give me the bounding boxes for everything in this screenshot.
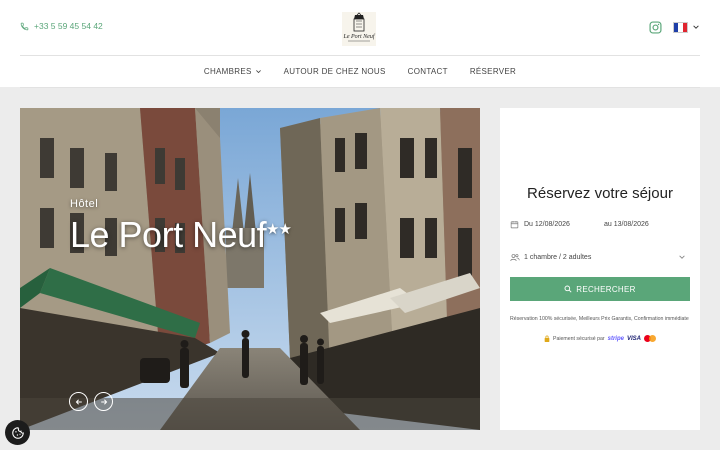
lock-icon [544,335,550,342]
search-icon [564,285,572,293]
arrow-right-icon [100,398,107,405]
payment-text: Paiement sécurisé par [553,335,605,342]
nav-item-autour[interactable]: AUTOUR DE CHEZ NOUS [284,67,386,76]
instagram-icon[interactable] [649,21,662,34]
phone-link[interactable]: +33 5 59 45 54 42 [20,21,103,31]
phone-number: +33 5 59 45 54 42 [34,21,103,31]
nav-item-label: AUTOUR DE CHEZ NOUS [283,67,386,76]
nav-item-label: RÉSERVER [469,67,517,76]
arrow-left-icon [75,398,82,405]
slider-prev-button[interactable] [69,392,88,411]
guests-value: 1 chambre / 2 adultes [524,253,592,261]
main-nav: CHAMBRES AUTOUR DE CHEZ NOUS CONTACT RÉS… [0,56,720,87]
search-button[interactable]: RECHERCHER [510,277,690,301]
calendar-icon [510,220,519,228]
nav-item-label: CHAMBRES [203,67,252,76]
date-picker[interactable]: Du 12/08/2026 au 13/08/2026 [510,213,690,235]
chevron-down-icon[interactable] [692,23,700,31]
guarantee-text: Réservation 100% sécurisée, Meilleurs Pr… [510,316,689,322]
guests-select[interactable]: 1 chambre / 2 adultes [510,246,690,268]
visa-logo: VISA [626,335,641,342]
search-label: RECHERCHER [576,284,636,294]
chevron-down-icon [255,70,261,74]
mastercard-icon [643,335,656,342]
phone-icon [20,22,29,30]
date-to: au 13/08/2026 [604,220,649,228]
nav-item-reserver[interactable]: RÉSERVER [470,67,516,76]
top-header: +33 5 59 45 54 42 Le Port Neuf [0,0,720,56]
hero-slider: Hôtel Le Port Neuf ★★ [20,108,480,430]
hotel-stars: ★★ [266,221,292,238]
people-icon [510,253,520,261]
date-from: Du 12/08/2026 [524,220,570,228]
nav-item-chambres[interactable]: CHAMBRES [204,67,262,76]
chevron-down-icon [679,255,685,259]
street-photo [20,108,480,430]
cookie-icon [11,426,24,439]
cookie-settings-button[interactable] [5,420,30,445]
stripe-logo: stripe [607,335,624,342]
nav-item-contact[interactable]: CONTACT [408,67,448,76]
hero-title: Le Port Neuf [70,214,267,255]
language-flag-fr-icon[interactable] [673,22,688,33]
booking-panel: Réservez votre séjour Du 12/08/2026 au 1… [500,108,700,430]
hotel-logo[interactable]: Le Port Neuf [340,10,378,48]
booking-title: Réservez votre séjour [527,185,673,202]
nav-item-label: CONTACT [407,67,448,76]
hero-subtitle: Hôtel [70,198,99,210]
slider-next-button[interactable] [94,392,113,411]
svg-text:Le Port Neuf: Le Port Neuf [343,33,376,40]
logo-emblem-icon: Le Port Neuf [342,12,376,46]
payment-info: Paiement sécurisé par stripe VISA [510,335,690,342]
